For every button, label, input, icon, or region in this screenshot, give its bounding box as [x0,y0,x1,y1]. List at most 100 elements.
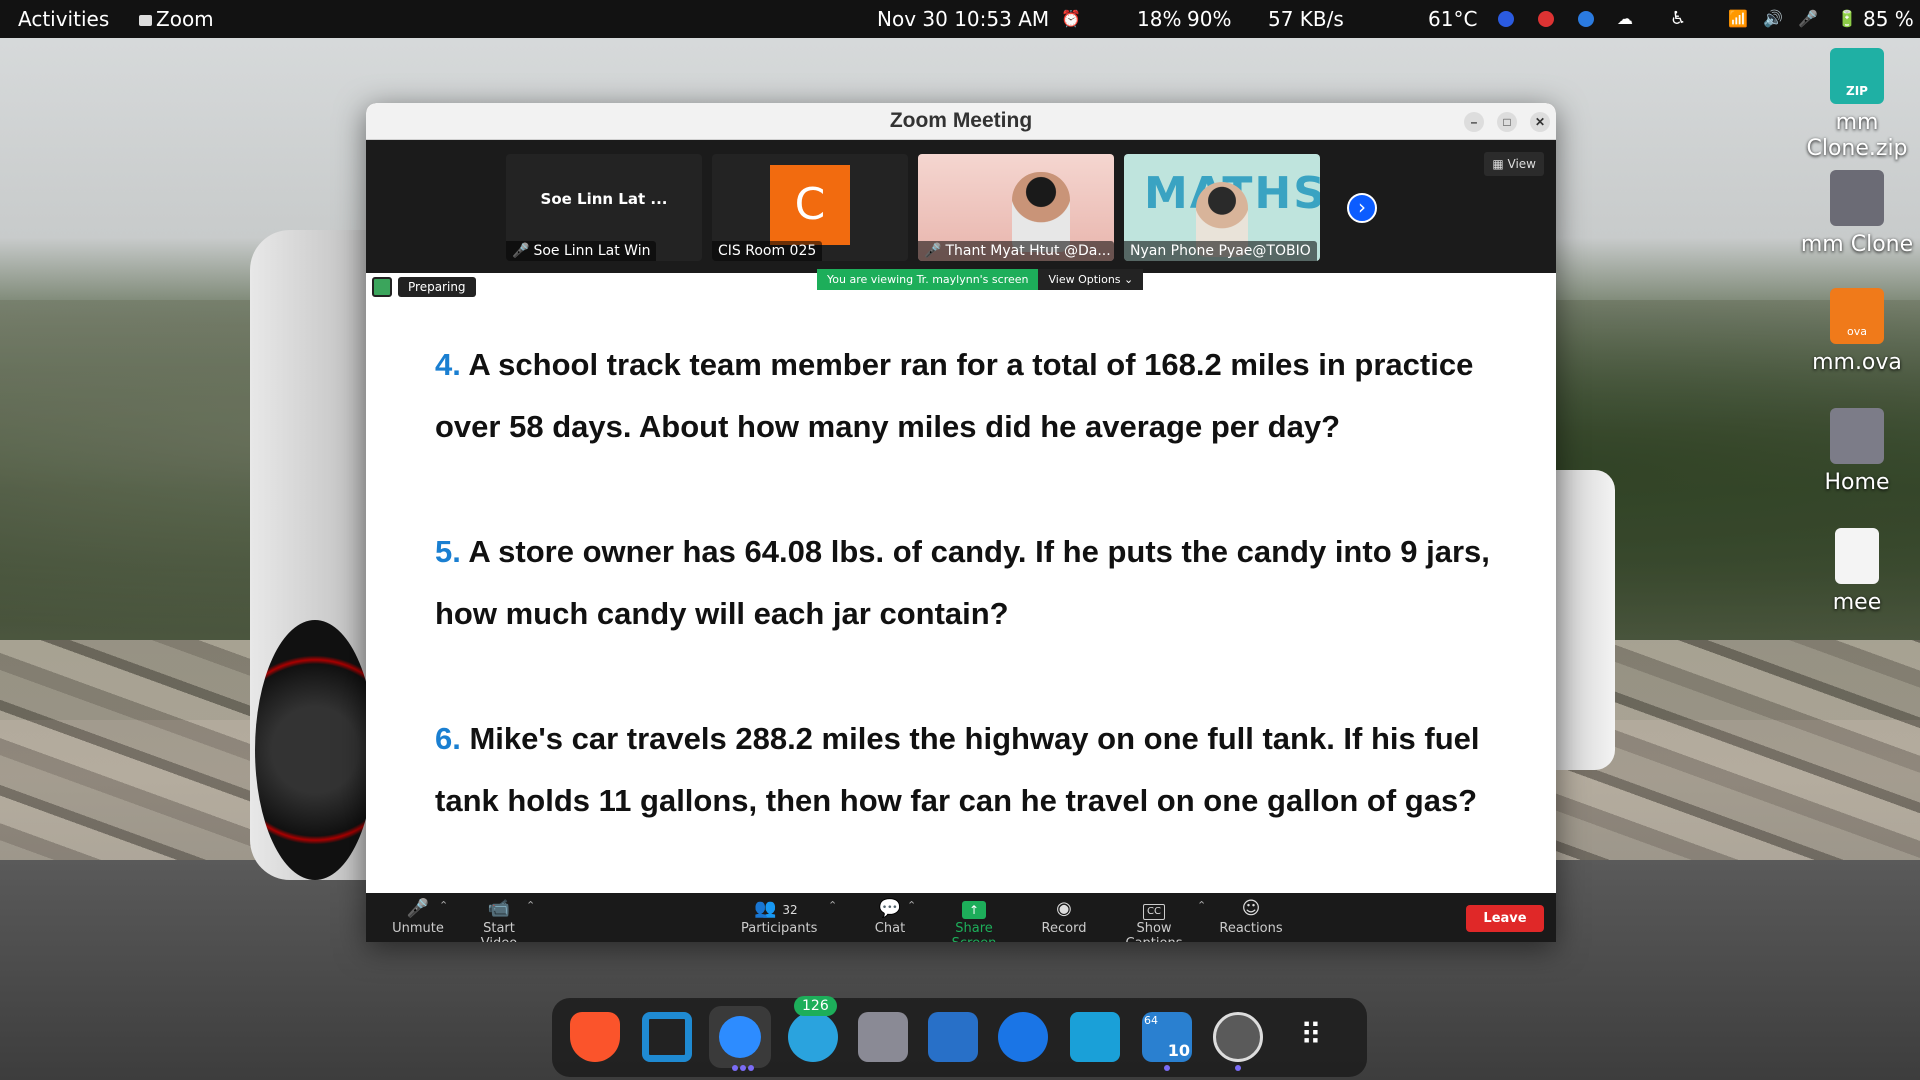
app-badge-64: 64 [1144,1014,1158,1027]
desktop-icon-label: mm.ova [1812,350,1902,375]
zip-icon: ZIP [1830,48,1884,104]
participants-label: Participants [741,921,818,936]
show-applications-grid-icon[interactable]: ⠿ [1286,1012,1336,1062]
running-indicator [1164,1065,1170,1071]
question-4: 4. A school track team member ran for a … [435,334,1505,458]
viewing-banner: You are viewing Tr. maylynn's screen Vie… [817,269,1144,290]
close-icon[interactable]: ✕ [1530,112,1550,132]
question-number: 5. [435,534,461,569]
network-speed[interactable]: 57 KB/s [1268,7,1344,31]
audio-options-caret-icon[interactable]: ⌃ [439,899,448,912]
dock: 126 64 10 ⠿ [552,996,1367,1077]
reactions-button[interactable]: ☺ Reactions [1219,897,1283,936]
maximize-icon[interactable]: □ [1497,112,1517,132]
chat-button[interactable]: 💬 Chat [870,897,910,936]
clock[interactable]: Nov 30 10:53 AM [877,7,1049,31]
leave-button[interactable]: Leave [1466,905,1544,932]
view-button-label: View [1507,157,1536,171]
window-title: Zoom Meeting [889,109,1033,132]
question-6: 6. Mike's car travels 288.2 miles the hi… [435,708,1505,832]
temperature[interactable]: 61°C [1428,7,1477,31]
folder-icon [1830,170,1884,226]
microphone-icon[interactable]: 🎤 [1798,9,1818,28]
software-updater-icon[interactable] [1213,1012,1263,1062]
cpu-usage[interactable]: 18% [1137,7,1181,31]
participant-tile[interactable]: 🎤 Thant Myat Htut @Da... [918,154,1114,261]
desktop-icon-mm-ova[interactable]: ova mm.ova [1787,288,1920,375]
video-options-caret-icon[interactable]: ⌃ [526,899,535,912]
desktop-icon-home[interactable]: Home [1787,408,1920,495]
share-screen-button[interactable]: ↑ Share Screen [932,897,1016,942]
participants-icon: 👥 32 [754,898,798,919]
zoom-meeting-window: Zoom Meeting – □ ✕ Soe Linn Lat ... 🎤 Soe… [366,103,1556,942]
participant-tile[interactable]: C CIS Room 025 [712,154,908,261]
chat-caret-icon[interactable]: ⌃ [907,899,916,912]
start-video-button[interactable]: 📹 Start Video [464,897,534,942]
desktop-icon-label: mm Clone.zip [1806,110,1908,161]
alarm-icon: ⏰ [1061,9,1081,28]
cloud-icon[interactable]: ☁ [1617,9,1633,28]
participant-name: Soe Linn Lat Win [533,243,651,259]
remote-desktop-icon[interactable] [1070,1012,1120,1062]
wifi-icon[interactable]: 📶 [1728,9,1748,28]
share-screen-label: Share Screen [952,921,997,942]
desktop-icon-label: mm Clone [1800,232,1914,257]
window-titlebar[interactable]: Zoom Meeting – □ ✕ [366,103,1556,140]
zoom-logo-icon [719,1016,761,1058]
record-button[interactable]: ◉ Record [1039,897,1089,936]
reactions-label: Reactions [1219,921,1283,936]
question-text: A school track team member ran for a tot… [435,347,1474,444]
participant-name-bar: CIS Room 025 [712,241,823,261]
battery-icon[interactable]: 🔋 [1837,9,1857,28]
question-5: 5. A store owner has 64.08 lbs. of candy… [435,521,1505,645]
vscode-icon[interactable] [642,1012,692,1062]
teamviewer-tray-icon[interactable] [1578,11,1594,27]
chevron-down-icon: ⌄ [1124,273,1134,286]
system-monitor-icon[interactable] [928,1012,978,1062]
minimize-icon[interactable]: – [1464,112,1484,132]
video-off-icon: 📹 [487,898,511,919]
focused-app-label: Zoom [156,7,214,31]
unmute-button[interactable]: 🎤 Unmute [392,897,444,936]
participant-video [1012,172,1070,252]
participant-name: CIS Room 025 [718,243,817,259]
battery-percentage[interactable]: 85 % [1863,7,1914,31]
captions-caret-icon[interactable]: ⌃ [1197,899,1206,912]
memory-usage[interactable]: 90% [1187,7,1231,31]
teamviewer-icon[interactable] [998,1012,1048,1062]
telegram-icon[interactable]: 126 [788,996,838,1062]
participants-button[interactable]: 👥 32 Participants [741,897,818,936]
volume-icon[interactable]: 🔊 [1763,9,1783,28]
focused-app-menu[interactable]: Zoom [139,7,214,31]
participant-name-bar: 🎤 Thant Myat Htut @Da... [918,241,1114,261]
zoom-dock-icon[interactable] [709,1006,771,1068]
chat-icon: 💬 [878,898,902,919]
unmute-label: Unmute [392,921,444,936]
brave-browser-icon[interactable] [570,1012,620,1062]
background-car-wheel [255,620,375,880]
shield-icon [372,277,392,297]
accessibility-icon[interactable]: ♿ [1670,8,1686,29]
activities-button[interactable]: Activities [18,7,109,31]
participant-tile[interactable]: Soe Linn Lat ... 🎤 Soe Linn Lat Win [506,154,702,261]
windows-10-app-icon[interactable]: 64 10 [1142,1012,1192,1062]
next-page-chevron-icon[interactable]: › [1347,193,1377,223]
show-captions-button[interactable]: CC Show Captions [1108,897,1200,942]
chat-label: Chat [874,921,906,936]
files-icon[interactable] [858,1012,908,1062]
meeting-toolbar: 🎤 Unmute ⌃ 📹 Start Video ⌃ 👥 32 Particip… [366,893,1556,942]
desktop-icon-mee[interactable]: mee [1787,528,1920,615]
show-captions-label: Show Captions [1126,921,1183,942]
desktop-icon-mm-clone-zip[interactable]: ZIP mm Clone.zip [1787,48,1920,162]
view-button[interactable]: ▦ View [1484,152,1544,176]
viewing-banner-text: You are viewing Tr. maylynn's screen [817,269,1039,290]
desktop-icon-mm-clone[interactable]: mm Clone [1787,170,1920,257]
view-options-button[interactable]: View Options ⌄ [1038,269,1144,290]
top-bar: Activities Zoom Nov 30 10:53 AM ⏰ 18% 90… [0,0,1920,38]
vpn-icon[interactable] [1498,11,1514,27]
notification-badge: 126 [794,996,837,1016]
participant-tile[interactable]: MATHS Nyan Phone Pyae@TOBIO [1124,154,1320,261]
participants-caret-icon[interactable]: ⌃ [828,899,837,912]
tray-app-icon[interactable] [1538,11,1554,27]
mic-muted-icon: 🎤 [924,243,942,259]
